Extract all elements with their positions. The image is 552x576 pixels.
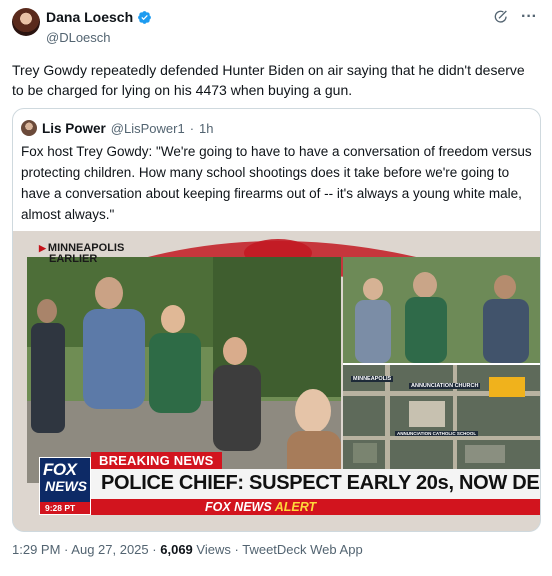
quoted-avatar xyxy=(21,120,37,136)
logo-line2: NEWS xyxy=(45,478,87,494)
tweet-text: Trey Gowdy repeatedly defended Hunter Bi… xyxy=(12,62,525,98)
alert-word: ALERT xyxy=(274,500,317,514)
views-label: Views xyxy=(196,542,231,557)
tweet-time[interactable]: 1:29 PM xyxy=(12,542,60,557)
author-handle[interactable]: @DLoesch xyxy=(46,30,111,45)
headline-text: POLICE CHIEF: SUSPECT EARLY 20s, NOW DEC… xyxy=(101,472,540,494)
quoted-tweet[interactable]: Lis Power @LisPower1 · 1h Fox host Trey … xyxy=(12,108,541,532)
avatar[interactable] xyxy=(12,8,40,36)
alert-brand: FOX NEWS xyxy=(205,500,272,514)
meta-separator: · xyxy=(152,542,157,557)
tweet-metadata: 1:29 PM · Aug 27, 2025 · 6,069 Views · T… xyxy=(12,542,363,557)
quoted-header: Lis Power @LisPower1 · 1h xyxy=(21,120,214,136)
quoted-time: 1h xyxy=(199,120,214,136)
verified-badge-icon xyxy=(137,10,152,25)
alert-text: FOX NEWS ALERT xyxy=(205,500,316,514)
map-label-minneapolis: MINNEAPOLIS xyxy=(351,376,394,382)
quoted-media-image[interactable]: ▶ MINNEAPOLIS EARLIER MINNEAPOLIS ANNUNCI… xyxy=(13,231,540,531)
location-tag-line2: EARLIER xyxy=(49,253,98,265)
meta-separator: · xyxy=(234,542,239,557)
author-name[interactable]: Dana Loesch xyxy=(46,9,133,25)
tweet-actions: ··· xyxy=(492,8,538,26)
quoted-separator: · xyxy=(189,120,195,136)
map-label-church: ANNUNCIATION CHURCH xyxy=(409,383,481,389)
views-count: 6,069 xyxy=(160,542,193,557)
fox-news-logo: FOX NEWS 9:28 PT xyxy=(39,457,91,515)
more-icon[interactable]: ··· xyxy=(520,8,538,26)
play-arrow-icon: ▶ xyxy=(39,243,46,253)
author-row: Dana Loesch xyxy=(46,9,152,25)
location-tag: ▶ MINNEAPOLIS EARLIER xyxy=(39,243,124,265)
tweet-date[interactable]: Aug 27, 2025 xyxy=(71,542,148,557)
quoted-text: Fox host Trey Gowdy: "We're going to hav… xyxy=(21,144,532,222)
map-label-school: ANNUNCIATION CATHOLIC SCHOOL xyxy=(395,431,479,436)
quoted-author-name: Lis Power xyxy=(42,120,106,136)
meta-separator: · xyxy=(64,542,69,557)
quoted-author-handle: @LisPower1 xyxy=(110,120,185,136)
logo-line1: FOX xyxy=(43,460,77,479)
grok-icon[interactable] xyxy=(492,8,510,26)
client-app[interactable]: TweetDeck Web App xyxy=(242,542,362,557)
breaking-news-label: BREAKING NEWS xyxy=(91,452,222,469)
logo-time: 9:28 PT xyxy=(45,503,76,513)
tweet[interactable]: Dana Loesch @DLoesch ··· Trey Gowdy repe… xyxy=(0,0,552,576)
